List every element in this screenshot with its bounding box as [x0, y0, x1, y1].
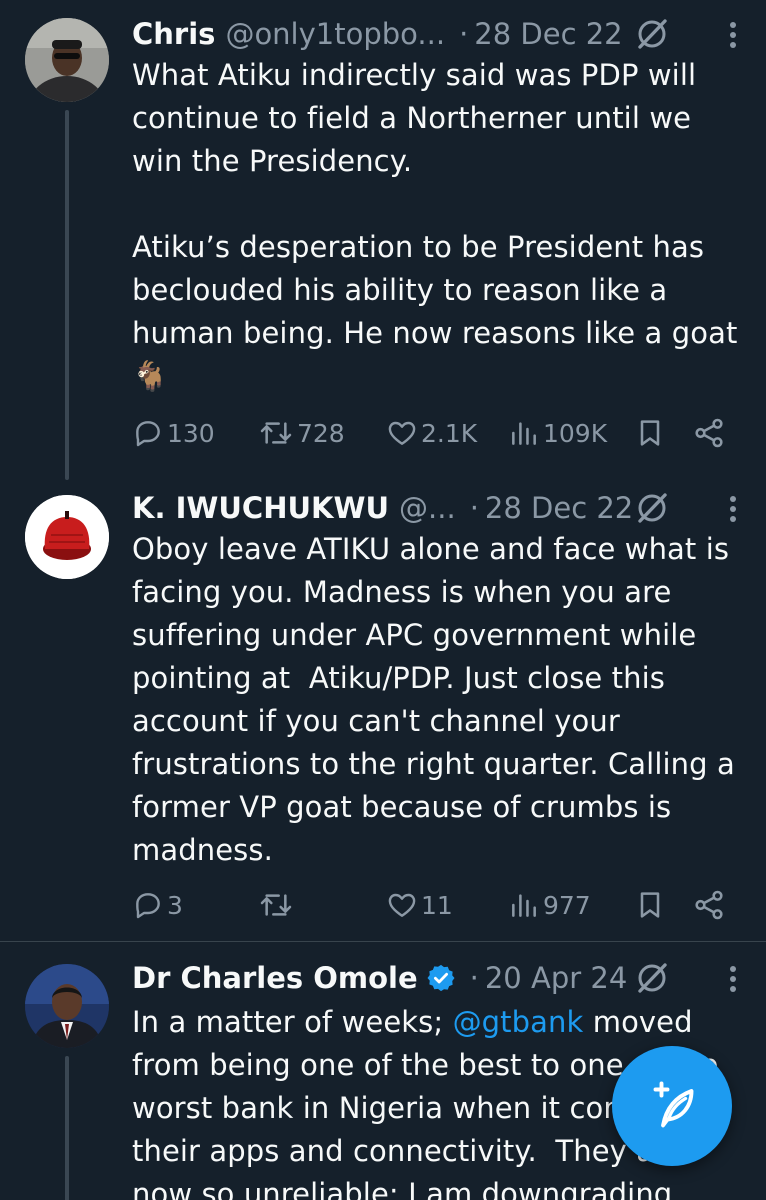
thread-line [65, 1056, 69, 1200]
tweet-text: What Atiku indirectly said was PDP will … [132, 58, 738, 393]
repost-count: 728 [297, 418, 345, 448]
more-vertical-icon[interactable] [728, 964, 738, 994]
views-icon [512, 422, 536, 445]
like-count: 11 [421, 890, 453, 920]
tweet-date[interactable]: 28 Dec 22 [474, 17, 622, 51]
reply-count: 3 [167, 890, 183, 920]
bookmark-icon [640, 420, 660, 446]
grok-icon[interactable] [634, 490, 670, 526]
reply-icon [136, 893, 160, 919]
tweet-date[interactable]: 20 Apr 24 [485, 961, 627, 995]
tweet-1[interactable]: Chris @only1topbo... · 28 Dec 22 What At… [0, 0, 766, 480]
reply-button[interactable]: 130 [132, 413, 215, 453]
tweet-header: K. IWUCHUKWU @... · 28 Dec 22 [132, 488, 633, 528]
bookmark-icon [640, 892, 660, 918]
tweet-2[interactable]: K. IWUCHUKWU @... · 28 Dec 22 Oboy leave… [0, 480, 766, 942]
views-count: 109K [543, 418, 608, 448]
reply-button[interactable]: 3 [132, 885, 183, 925]
reply-icon [136, 421, 160, 447]
grok-icon[interactable] [634, 16, 670, 52]
repost-button[interactable] [258, 885, 297, 925]
separator: · [469, 961, 479, 995]
share-button[interactable] [692, 413, 726, 453]
author-name[interactable]: Chris [132, 17, 215, 51]
views-button[interactable]: 109K [508, 413, 607, 453]
verified-badge-icon [427, 964, 455, 992]
avatar-k-iwuchukwu[interactable] [25, 495, 109, 579]
heart-icon [388, 893, 416, 917]
reply-count: 130 [167, 418, 215, 448]
tweet-actions: 3 11 977 [132, 885, 732, 925]
separator: · [469, 491, 479, 525]
author-name[interactable]: K. IWUCHUKWU [132, 491, 389, 525]
compose-post-button[interactable] [612, 1046, 732, 1166]
separator: · [459, 17, 469, 51]
heart-icon [388, 421, 416, 445]
repost-button[interactable]: 728 [258, 413, 345, 453]
like-count: 2.1K [421, 418, 478, 448]
tweet-date[interactable]: 28 Dec 22 [485, 491, 633, 525]
tweet-text-start: In a matter of weeks; [132, 1005, 453, 1039]
bookmark-button[interactable] [634, 413, 666, 453]
author-handle[interactable]: @only1topbo... [225, 17, 445, 51]
tweet-header: Chris @only1topbo... · 28 Dec 22 [132, 14, 623, 54]
bookmark-button[interactable] [634, 885, 666, 925]
like-button[interactable]: 2.1K [386, 413, 477, 453]
tweet-text: Oboy leave ATIKU alone and face what is … [132, 532, 735, 867]
tweet-header: Dr Charles Omole · 20 Apr 24 [132, 958, 627, 998]
grok-icon[interactable] [634, 960, 670, 996]
mention-link[interactable]: @gtbank [453, 1005, 584, 1039]
author-handle[interactable]: @... [399, 491, 456, 525]
share-button[interactable] [692, 885, 726, 925]
repost-icon [260, 894, 292, 916]
author-name[interactable]: Dr Charles Omole [132, 961, 418, 995]
views-count: 977 [543, 890, 591, 920]
share-icon [695, 890, 723, 920]
thread-line [65, 110, 69, 480]
tweet-actions: 130 728 2.1K 109K [132, 413, 732, 453]
repost-icon [260, 422, 292, 444]
compose-post-icon [653, 1081, 694, 1128]
more-vertical-icon[interactable] [728, 20, 738, 50]
views-icon [512, 894, 536, 917]
avatar-chris[interactable] [25, 18, 109, 102]
avatar-dr-charles-omole[interactable] [25, 964, 109, 1048]
share-icon [695, 418, 723, 448]
views-button[interactable]: 977 [508, 885, 591, 925]
like-button[interactable]: 11 [386, 885, 453, 925]
more-vertical-icon[interactable] [728, 494, 738, 524]
